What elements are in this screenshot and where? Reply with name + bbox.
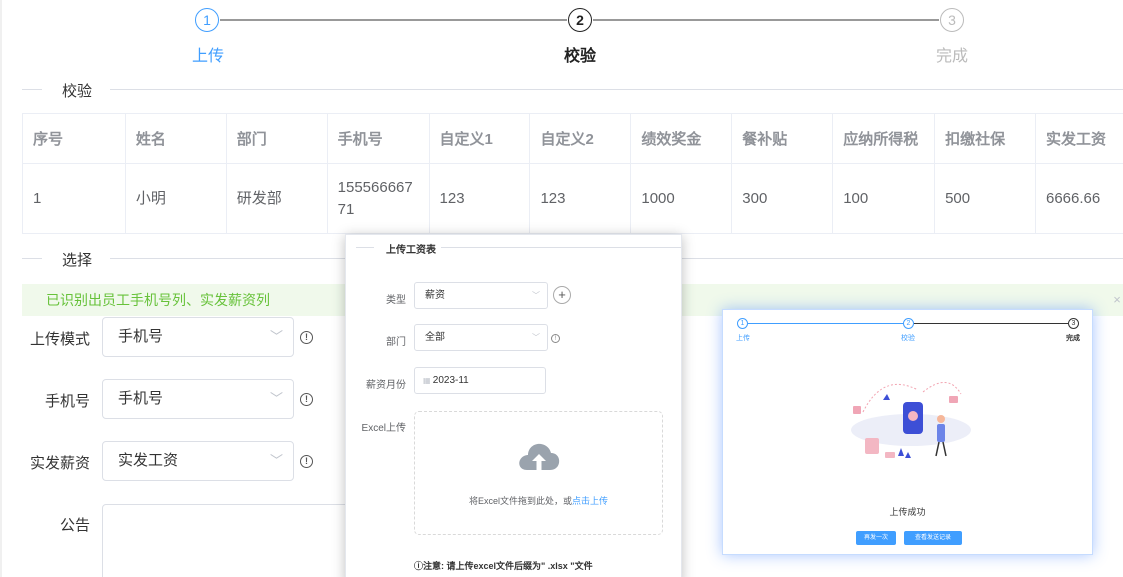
upload-mode-select[interactable]: 手机号 ﹀	[102, 317, 294, 357]
col-header: 自定义1	[428, 113, 531, 164]
upload-mode-label: 上传模式	[29, 331, 90, 348]
upload-mode-value: 手机号	[118, 328, 164, 345]
calendar-icon: ▦	[423, 376, 433, 385]
notice-label: 公告	[59, 517, 90, 534]
phone-column-select[interactable]: 手机号 ﹀	[102, 379, 294, 419]
card-step-1-label: 上传	[736, 335, 750, 342]
alert-text: 已识别出员工手机号列、实发薪资列	[46, 292, 270, 308]
table-cell: 1000	[630, 163, 733, 234]
col-header: 绩效奖金	[630, 113, 733, 164]
notice-textarea[interactable]	[102, 504, 362, 577]
section-verify-line-left	[22, 89, 42, 90]
excel-upload-label: Excel上传	[361, 423, 406, 434]
info-icon[interactable]: !	[551, 334, 560, 343]
dialog-title-line-right	[441, 247, 681, 248]
table-cell: 123	[529, 163, 632, 234]
info-icon[interactable]: !	[300, 331, 313, 344]
step-2-circle: 2	[568, 8, 592, 32]
dept-label: 部门	[386, 337, 406, 348]
step-3-circle: 3	[940, 8, 964, 32]
card-step-line-1	[748, 323, 903, 324]
cloud-upload-icon	[519, 443, 560, 470]
upload-salary-dialog: 上传工资表 类型 薪资 ﹀ + 部门 全部 ﹀ ! 薪资月份 ▦ 2023-11…	[345, 234, 682, 577]
col-header: 部门	[225, 113, 328, 164]
chevron-down-icon: ﹀	[269, 329, 283, 344]
card-step-1-circle: 1	[737, 318, 748, 329]
step-1-circle: 1	[195, 8, 219, 32]
phone-label: 手机号	[44, 393, 90, 410]
upload-note: ⓘ注意: 请上传excel文件后缀为" .xlsx "文件	[414, 561, 593, 571]
chevron-down-icon: ﹀	[532, 291, 540, 300]
salary-column-select[interactable]: 实发工资 ﹀	[102, 441, 294, 481]
dropzone-text: 将Excel文件拖到此处，或点击上传	[415, 494, 662, 507]
month-picker[interactable]: ▦ 2023-11	[414, 367, 546, 394]
step-line-1	[220, 19, 567, 21]
card-step-2-label: 校验	[901, 335, 915, 342]
month-label: 薪资月份	[366, 380, 406, 391]
table-cell: 15556666771	[326, 163, 430, 234]
table-cell: 6666.66	[1035, 163, 1123, 234]
dept-value: 全部	[425, 332, 445, 343]
chevron-down-icon: ﹀	[269, 391, 283, 406]
close-icon[interactable]: ×	[1102, 284, 1123, 316]
upload-success-card: 1 2 3 上传 校验 完成 上传成功 再发一次 查看发送记录	[722, 309, 1093, 555]
section-verify-line-right	[110, 89, 1123, 90]
col-header: 餐补贴	[731, 113, 834, 164]
upload-success-text: 上传成功	[889, 507, 926, 517]
table-cell: 小明	[124, 163, 227, 234]
table-row: 1 小明 研发部 15556666771 123 123 1000 300 10…	[22, 163, 1123, 234]
col-header: 应纳所得税	[832, 113, 936, 164]
view-send-records-button[interactable]: 查看发送记录	[904, 531, 962, 545]
info-icon[interactable]: !	[300, 393, 313, 406]
phone-column-value: 手机号	[118, 390, 164, 407]
table-header-row: 序号 姓名 部门 手机号 自定义1 自定义2 绩效奖金 餐补贴 应纳所得税 扣缴…	[22, 113, 1123, 164]
table-cell: 1	[22, 163, 126, 234]
table-cell: 500	[934, 163, 1036, 234]
card-step-2-circle: 2	[903, 318, 914, 329]
dialog-title: 上传工资表	[386, 245, 436, 256]
card-step-line-2	[914, 323, 1068, 324]
card-step-3-label: 完成	[1066, 335, 1080, 342]
click-upload-link[interactable]: 点击上传	[572, 496, 608, 506]
info-icon[interactable]: !	[300, 455, 313, 468]
type-value: 薪资	[425, 290, 445, 301]
section-verify-title: 校验	[62, 83, 93, 100]
chevron-down-icon: ﹀	[269, 453, 283, 468]
step-1-label: 上传	[191, 48, 225, 65]
dropzone-hint: 将Excel文件拖到此处，或	[468, 496, 572, 506]
step-2-label: 校验	[563, 48, 597, 65]
col-header: 序号	[22, 113, 126, 164]
excel-dropzone[interactable]: 将Excel文件拖到此处，或点击上传	[414, 411, 663, 535]
table-cell: 300	[731, 163, 834, 234]
type-select[interactable]: 薪资 ﹀	[414, 282, 548, 309]
table-cell: 123	[428, 163, 531, 234]
type-label: 类型	[386, 295, 406, 306]
dept-select[interactable]: 全部 ﹀	[414, 324, 548, 351]
left-border	[0, 0, 2, 577]
step-line-2	[593, 19, 939, 21]
section-select-line-left	[22, 258, 42, 259]
col-header: 实发工资	[1035, 113, 1123, 164]
col-header: 扣缴社保	[934, 113, 1036, 164]
month-value: 2023-11	[432, 375, 469, 386]
add-type-button[interactable]: +	[553, 286, 571, 304]
col-header: 姓名	[124, 113, 227, 164]
chevron-down-icon: ﹀	[532, 333, 540, 342]
salary-table: 序号 姓名 部门 手机号 自定义1 自定义2 绩效奖金 餐补贴 应纳所得税 扣缴…	[22, 113, 1123, 234]
step-3-label: 完成	[935, 48, 969, 65]
card-step-3-circle: 3	[1068, 318, 1079, 329]
upload-success-illustration	[851, 382, 971, 458]
table-cell: 研发部	[225, 163, 328, 234]
salary-column-value: 实发工资	[118, 452, 179, 469]
col-header: 手机号	[326, 113, 430, 164]
table-cell: 100	[832, 163, 936, 234]
dialog-title-line-left	[356, 247, 374, 248]
salary-label: 实发薪资	[29, 455, 90, 472]
section-select-title: 选择	[62, 252, 93, 269]
send-again-button[interactable]: 再发一次	[856, 531, 896, 545]
col-header: 自定义2	[529, 113, 632, 164]
